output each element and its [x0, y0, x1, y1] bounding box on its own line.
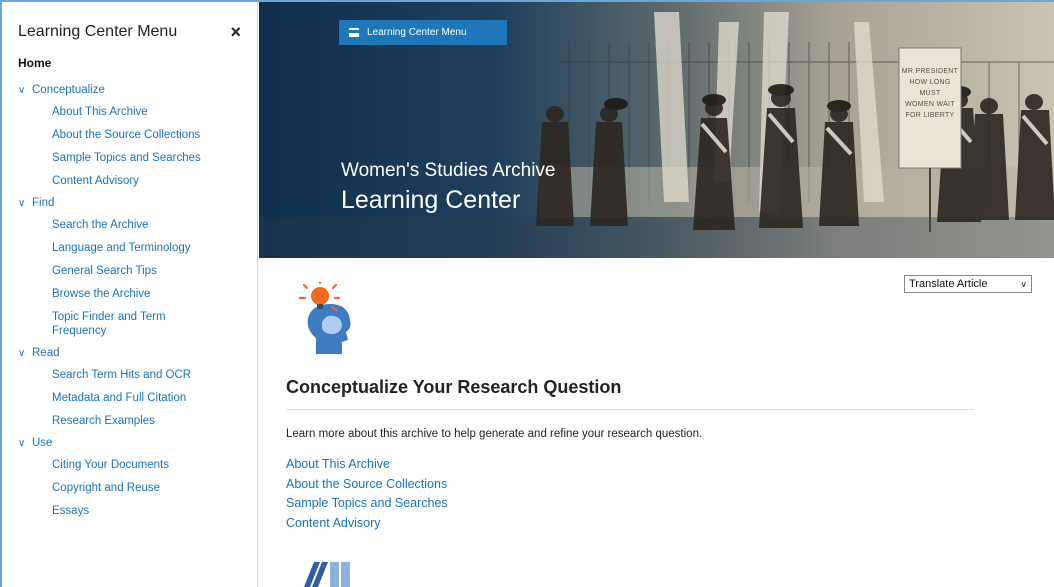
sidebar-item[interactable]: Topic Finder and Term Frequency — [52, 310, 202, 338]
sidebar-section-toggle[interactable]: ∨ Read — [18, 347, 257, 359]
translate-selected: Translate Article — [909, 278, 988, 290]
chevron-down-icon: ∨ — [1020, 278, 1027, 289]
sign-line: MR PRESIDENT — [901, 68, 959, 75]
sidebar: Learning Center Menu × Home ∨ Conceptual… — [2, 2, 258, 587]
protest-sign: MR PRESIDENT HOW LONG MUST WOMEN WAIT FO… — [899, 66, 961, 121]
sidebar-item[interactable]: Browse the Archive — [52, 287, 202, 301]
chevron-down-icon: ∨ — [18, 197, 26, 209]
hero-banner: MR PRESIDENT HOW LONG MUST WOMEN WAIT FO… — [259, 2, 1054, 258]
sign-line: WOMEN WAIT — [905, 101, 955, 108]
sidebar-section-label: Conceptualize — [32, 84, 105, 96]
content-link[interactable]: Sample Topics and Searches — [286, 494, 448, 514]
sidebar-item[interactable]: Language and Terminology — [52, 241, 202, 255]
sidebar-item[interactable]: Essays — [52, 504, 202, 518]
books-icon — [304, 562, 350, 587]
chevron-down-icon: ∨ — [18, 437, 26, 449]
sidebar-item[interactable]: General Search Tips — [52, 264, 202, 278]
divider — [286, 409, 974, 410]
lightbulb-head-icon — [298, 282, 351, 354]
sidebar-item[interactable]: Search the Archive — [52, 218, 202, 232]
chevron-down-icon: ∨ — [18, 84, 26, 96]
hero-subtitle: Women's Studies Archive — [341, 160, 556, 181]
translate-article-select[interactable]: Translate Article ∨ — [904, 275, 1032, 293]
learning-center-menu-button[interactable]: Learning Center Menu — [339, 20, 507, 45]
sidebar-section-find: ∨ Find Search the Archive Language and T… — [18, 197, 257, 338]
hamburger-icon — [349, 28, 359, 37]
sidebar-section-label: Read — [32, 347, 60, 359]
content-link[interactable]: About the Source Collections — [286, 475, 448, 495]
sidebar-section-toggle[interactable]: ∨ Use — [18, 437, 257, 449]
sidebar-section-label: Use — [32, 437, 53, 449]
sidebar-section-read: ∨ Read Search Term Hits and OCR Metadata… — [18, 347, 257, 428]
section-title: Conceptualize Your Research Question — [286, 377, 622, 397]
hero-title: Learning Center — [341, 186, 521, 214]
sign-line: HOW LONG — [909, 79, 951, 86]
sign-line: FOR LIBERTY — [905, 112, 955, 119]
close-icon[interactable]: × — [230, 23, 241, 41]
sidebar-header: Learning Center Menu × — [18, 20, 257, 44]
sidebar-item[interactable]: About the Source Collections — [52, 128, 202, 142]
intro-text: Learn more about this archive to help ge… — [286, 428, 703, 440]
content-link[interactable]: About This Archive — [286, 455, 448, 475]
sidebar-item[interactable]: Sample Topics and Searches — [52, 151, 202, 165]
sidebar-section-label: Find — [32, 197, 55, 209]
sidebar-section-toggle[interactable]: ∨ Conceptualize — [18, 84, 257, 96]
sidebar-item[interactable]: Search Term Hits and OCR — [52, 368, 202, 382]
content-link[interactable]: Content Advisory — [286, 514, 448, 534]
sign-line: MUST — [919, 90, 941, 97]
menu-button-label: Learning Center Menu — [367, 27, 467, 38]
sidebar-item[interactable]: Metadata and Full Citation — [52, 391, 202, 405]
sidebar-item[interactable]: Research Examples — [52, 414, 202, 428]
sidebar-section-use: ∨ Use Citing Your Documents Copyright an… — [18, 437, 257, 518]
sidebar-title: Learning Center Menu — [18, 23, 178, 40]
sidebar-item[interactable]: Copyright and Reuse — [52, 481, 202, 495]
sidebar-item[interactable]: Citing Your Documents — [52, 458, 202, 472]
sidebar-home-link[interactable]: Home — [18, 56, 257, 70]
chevron-down-icon: ∨ — [18, 347, 26, 359]
sidebar-item[interactable]: About This Archive — [52, 105, 202, 119]
sidebar-section-conceptualize: ∨ Conceptualize About This Archive About… — [18, 84, 257, 188]
sidebar-item[interactable]: Content Advisory — [52, 174, 202, 188]
conceptualize-links: About This Archive About the Source Coll… — [286, 455, 448, 533]
sidebar-section-toggle[interactable]: ∨ Find — [18, 197, 257, 209]
